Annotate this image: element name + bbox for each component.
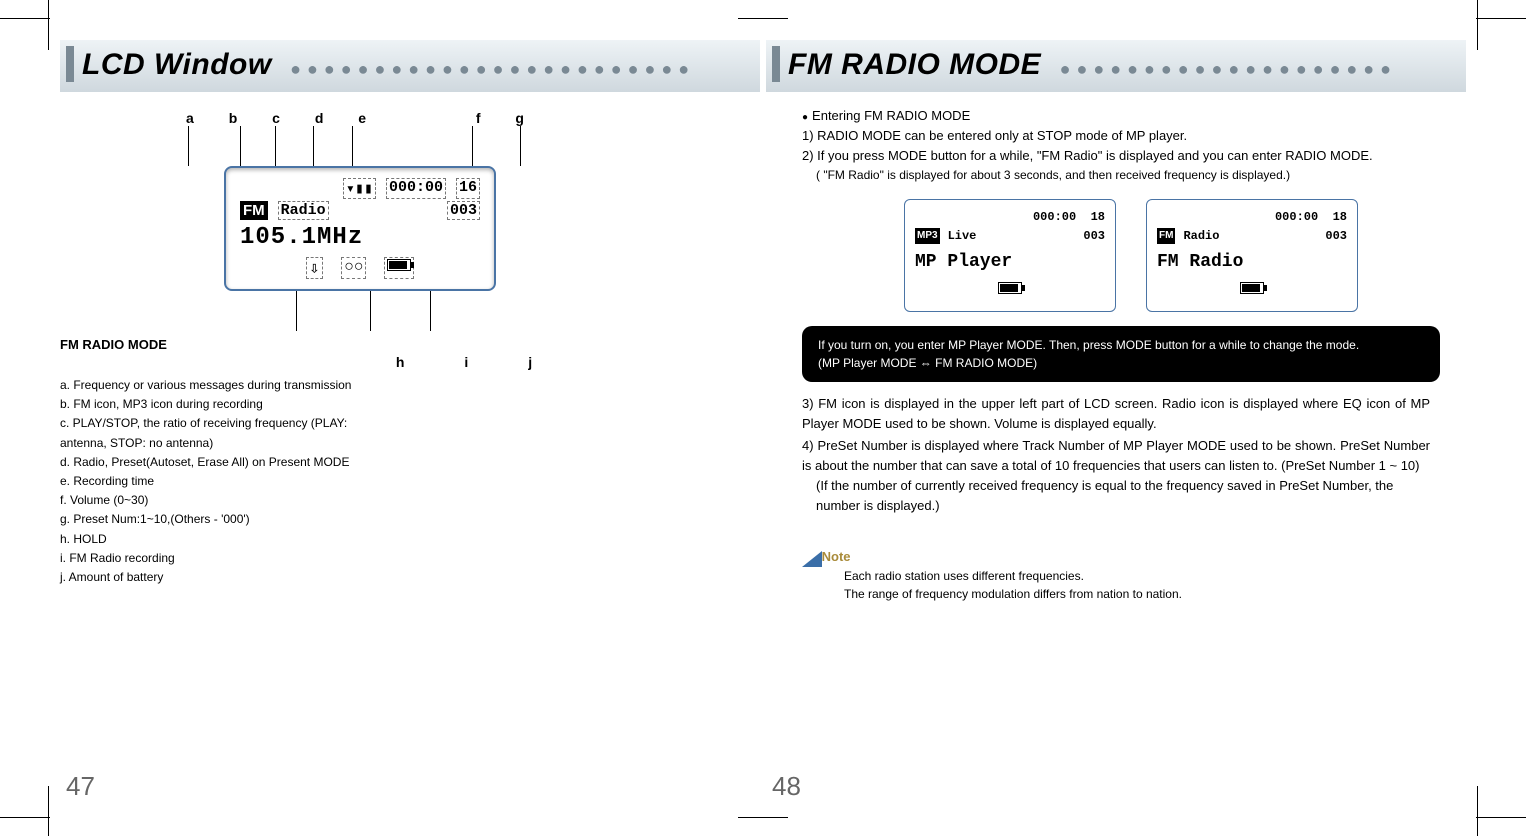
title-bar: FM RADIO MODE ●●●●●●●●●●●●●●●●●●●● — [766, 40, 1466, 92]
legend-j: j. Amount of battery — [60, 568, 390, 587]
intro-bullet: Entering FM RADIO MODE — [802, 106, 1460, 126]
page-right: FM RADIO MODE ●●●●●●●●●●●●●●●●●●●● Enter… — [766, 40, 1466, 796]
note-arrow-icon — [802, 551, 822, 567]
legend-b: b. FM icon, MP3 icon during recording — [60, 395, 390, 414]
mini-big: MP Player — [915, 249, 1105, 277]
para-1: 1) RADIO MODE can be entered only at STO… — [802, 126, 1460, 146]
crop-mark — [738, 817, 788, 818]
fm-icon: FM — [1157, 228, 1175, 244]
battery-icon — [1157, 281, 1347, 303]
mini-preset: 003 — [1083, 227, 1105, 246]
para-2-sub: ( "FM Radio" is displayed for about 3 se… — [802, 166, 1460, 185]
battery-icon — [384, 257, 414, 279]
lcd-diagram: a b c d e f g ▾▮▮ 000:00 16 — [180, 110, 540, 331]
lcd-preset: 003 — [447, 201, 480, 220]
legend-list: a. Frequency or various messages during … — [60, 376, 390, 587]
fm-icon: FM — [240, 201, 268, 220]
lcd-radio: Radio — [278, 201, 329, 220]
title-dots: ●●●●●●●●●●●●●●●●●●●● — [1060, 59, 1397, 80]
title-accent — [66, 46, 74, 82]
lcd-pair: 000:00 18 MP3 Live 003 MP Player 000:00 18… — [802, 199, 1460, 312]
para-4: 4) PreSet Number is displayed where Trac… — [802, 436, 1460, 476]
note-block: Note Each radio station uses different f… — [802, 547, 1460, 603]
crop-mark — [1476, 817, 1526, 818]
label-h: h — [396, 354, 405, 370]
tip-line-2: (MP Player MODE ⇔ FM RADIO MODE) — [818, 354, 1424, 372]
page-number: 48 — [772, 771, 801, 802]
mini-preset: 003 — [1325, 227, 1347, 246]
mini-mode: Live — [948, 227, 977, 246]
crop-mark — [48, 786, 49, 836]
mini-mode: Radio — [1183, 227, 1219, 246]
legend-c: c. PLAY/STOP, the ratio of receiving fre… — [60, 414, 390, 452]
note-line-1: Each radio station uses different freque… — [844, 567, 1460, 585]
crop-mark — [48, 0, 49, 50]
legend-f: f. Volume (0~30) — [60, 491, 390, 510]
crop-mark — [1476, 18, 1526, 19]
legend-g: g. Preset Num:1~10,(Others - '000') — [60, 510, 390, 529]
label-f: f — [476, 110, 481, 126]
mini-time: 000:00 — [1033, 210, 1076, 224]
crop-mark — [738, 18, 788, 19]
mini-vol: 18 — [1333, 210, 1347, 224]
mini-time: 000:00 — [1275, 210, 1318, 224]
mp3-icon: MP3 — [915, 228, 940, 244]
mode-tip-box: If you turn on, you enter MP Player MODE… — [802, 326, 1440, 382]
legend-i: i. FM Radio recording — [60, 549, 390, 568]
mini-vol: 18 — [1091, 210, 1105, 224]
battery-icon — [915, 281, 1105, 303]
label-i: i — [464, 354, 468, 370]
legend-a: a. Frequency or various messages during … — [60, 376, 390, 395]
title-bar: LCD Window ●●●●●●●●●●●●●●●●●●●●●●●● — [60, 40, 760, 92]
para-3: 3) FM icon is displayed in the upper lef… — [802, 394, 1460, 434]
title-dots: ●●●●●●●●●●●●●●●●●●●●●●●● — [290, 59, 695, 80]
label-c: c — [272, 110, 280, 126]
para-4-sub: (If the number of currently received fre… — [802, 476, 1460, 516]
hold-icon: ⇩ — [306, 257, 324, 279]
mini-lcd-fm: 000:00 18 FM Radio 003 FM Radio — [1146, 199, 1358, 312]
page-number: 47 — [66, 771, 95, 802]
label-j: j — [528, 354, 532, 370]
page-title: FM RADIO MODE — [788, 48, 1041, 81]
label-g: g — [515, 110, 524, 126]
para-2: 2) If you press MODE button for a while,… — [802, 146, 1460, 166]
label-e: e — [358, 110, 366, 126]
legend-d: d. Radio, Preset(Autoset, Erase All) on … — [60, 453, 390, 472]
mode-heading: FM RADIO MODE — [60, 337, 760, 352]
label-d: d — [315, 110, 324, 126]
mini-lcd-mp: 000:00 18 MP3 Live 003 MP Player — [904, 199, 1116, 312]
body-text: Entering FM RADIO MODE 1) RADIO MODE can… — [766, 106, 1466, 603]
page-title: LCD Window — [82, 48, 272, 81]
crop-mark — [0, 18, 50, 19]
signal-icon: ▾▮▮ — [343, 178, 376, 199]
lcd-volume: 16 — [456, 178, 480, 199]
title-accent — [772, 46, 780, 82]
label-a: a — [186, 110, 194, 126]
mini-big: FM Radio — [1157, 249, 1347, 277]
tip-line-1: If you turn on, you enter MP Player MODE… — [818, 336, 1424, 354]
crop-mark — [1477, 786, 1478, 836]
legend-h: h. HOLD — [60, 530, 390, 549]
lcd-frequency: 105.1MHz — [240, 224, 480, 251]
crop-mark — [1477, 0, 1478, 50]
crop-mark — [0, 817, 50, 818]
page-left: LCD Window ●●●●●●●●●●●●●●●●●●●●●●●● a b … — [60, 40, 760, 796]
lcd-screen: ▾▮▮ 000:00 16 FM Radio 003 105.1MHz ⇩ ○○ — [224, 166, 496, 291]
legend-e: e. Recording time — [60, 472, 390, 491]
note-heading: Note — [822, 549, 851, 564]
lcd-time: 000:00 — [386, 178, 446, 199]
note-line-2: The range of frequency modulation differ… — [844, 585, 1460, 603]
label-b: b — [229, 110, 238, 126]
record-icon: ○○ — [341, 257, 366, 279]
